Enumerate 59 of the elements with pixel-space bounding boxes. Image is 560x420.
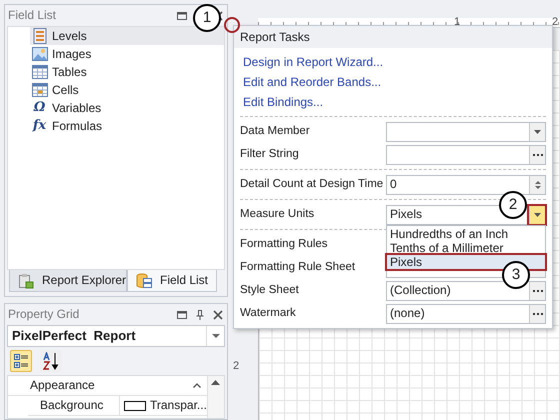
input-field[interactable]: [386, 122, 546, 142]
task-link[interactable]: Design in Report Wizard...: [243, 52, 543, 72]
maximize-icon: [177, 310, 187, 320]
field-label: Formatting Rule Sheet: [240, 260, 356, 274]
field-label: Data Member: [240, 124, 311, 138]
field-label: Style Sheet: [240, 284, 300, 298]
input-field[interactable]: [386, 144, 546, 164]
dropdown-option[interactable]: Pixels: [387, 254, 545, 268]
table-icon: [32, 65, 48, 79]
caret-icon: [212, 334, 220, 338]
panel-title: Property Grid: [8, 307, 80, 322]
ruler-number: 2: [552, 16, 558, 30]
panel-tab[interactable]: Report Explorer: [9, 270, 127, 292]
glyph-icon: fx: [32, 118, 48, 134]
category-row[interactable]: Appearance: [8, 376, 207, 396]
input-field[interactable]: 0: [386, 174, 546, 194]
dropdown-option[interactable]: Tenths of a Millimeter: [387, 240, 545, 254]
caret-icon: [534, 212, 541, 216]
levels-icon: [32, 28, 46, 44]
table-cell-icon: [32, 83, 48, 97]
categorized-button[interactable]: [10, 350, 32, 372]
close-icon: [213, 310, 223, 320]
panel-tab[interactable]: Field List: [127, 270, 218, 292]
popup-title: Report Tasks: [234, 26, 552, 48]
dropdown-button[interactable]: [529, 206, 545, 224]
clipboard-icon: [18, 272, 34, 288]
spin-arrows-icon: [534, 180, 540, 190]
task-link[interactable]: Edit Bindings...: [243, 92, 543, 112]
property-value: Transpar...: [150, 398, 207, 413]
property-name: Backgrounc: [28, 396, 120, 415]
pin-icon: [195, 310, 205, 320]
tree-item[interactable]: Levels: [30, 27, 224, 45]
collapse-icon: [192, 383, 201, 388]
tree-item[interactable]: Tables: [30, 63, 224, 81]
dropdown-option[interactable]: Hundredths of an Inch: [387, 226, 545, 240]
tree-item[interactable]: Ω Variables: [30, 99, 224, 117]
tree-item[interactable]: Images: [30, 45, 224, 63]
glyph-icon: Ω: [32, 100, 48, 116]
tree-item[interactable]: fx Formulas: [30, 117, 224, 135]
scrollbar[interactable]: [206, 376, 224, 418]
input-field[interactable]: (Collection): [386, 280, 546, 300]
alphabetical-button[interactable]: [40, 350, 62, 372]
field-label: Filter String: [240, 148, 300, 162]
smart-tag-marker[interactable]: [224, 17, 240, 33]
input-field[interactable]: (none): [386, 304, 546, 324]
maximize-icon: [177, 10, 187, 20]
field-label: Detail Count at Design Time: [240, 178, 384, 192]
tree-item[interactable]: Cells: [30, 81, 224, 99]
scroll-up-icon: [211, 380, 220, 385]
task-link[interactable]: Edit and Reorder Bands...: [243, 72, 543, 92]
object-selector[interactable]: PixelPerfect Report: [7, 325, 225, 347]
field-label: Formatting Rules: [240, 238, 329, 252]
caret-icon: [534, 130, 541, 134]
picture-icon: [32, 47, 48, 61]
field-label: Measure Units: [240, 208, 316, 222]
field-label: Watermark: [240, 306, 297, 320]
ruler-number: 2: [233, 360, 240, 374]
panel-title: Field List: [8, 8, 56, 23]
database-icon: [136, 272, 152, 288]
